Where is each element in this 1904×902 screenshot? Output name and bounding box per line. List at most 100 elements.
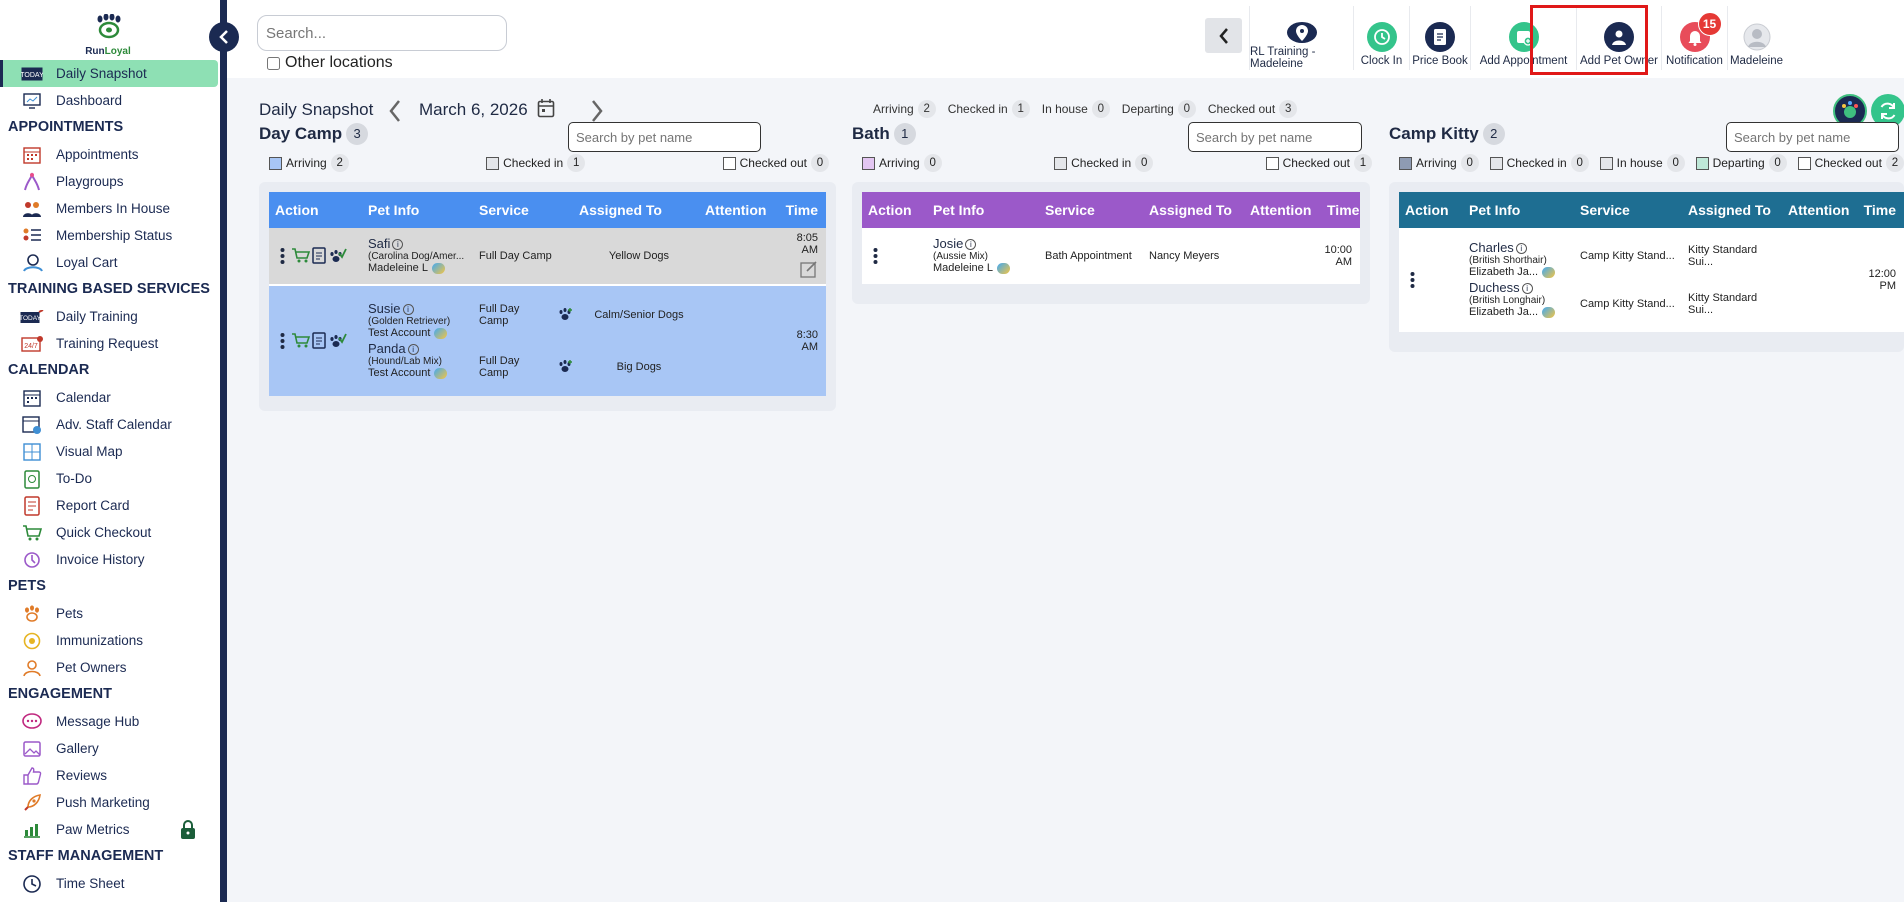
chat-bubble-icon[interactable] xyxy=(996,262,1010,274)
sidebar-item-training-request[interactable]: 24/7 Training Request xyxy=(0,330,220,357)
info-icon[interactable]: i xyxy=(407,344,419,356)
campkitty-legend-departing[interactable]: Departing 0 xyxy=(1695,154,1787,172)
daycamp-col-action[interactable]: Action xyxy=(269,202,362,218)
daycamp-legend-checked-out[interactable]: Checked out 0 xyxy=(722,154,829,172)
sidebar-item-paw-metrics[interactable]: Paw Metrics xyxy=(0,816,220,843)
chat-bubble-icon[interactable] xyxy=(434,327,448,339)
sidebar-item-visual-map[interactable]: Visual Map xyxy=(0,438,220,465)
owner-name[interactable]: Test Account xyxy=(368,367,473,379)
daycamp-pet-block[interactable]: Susie i (Golden Retriever) Test Account xyxy=(368,301,473,339)
campkitty-col-pet-info[interactable]: Pet Info xyxy=(1463,202,1574,218)
campkitty-pet-block[interactable]: Duchess i (British Longhair) Elizabeth Ja..… xyxy=(1469,280,1574,318)
sidebar-item-reviews[interactable]: Reviews xyxy=(0,762,220,789)
chat-bubble-icon[interactable] xyxy=(431,262,445,274)
campkitty-col-service[interactable]: Service xyxy=(1574,202,1682,218)
chat-bubble-icon[interactable] xyxy=(1542,266,1556,278)
pet-name[interactable]: Josie i xyxy=(933,236,1039,251)
owner-name[interactable]: Elizabeth Ja... xyxy=(1469,266,1574,278)
sidebar-item-message-hub[interactable]: Message Hub xyxy=(0,708,220,735)
campkitty-search-input[interactable] xyxy=(1726,122,1899,152)
daycamp-col-service[interactable]: Service xyxy=(473,202,573,218)
chat-bubble-icon[interactable] xyxy=(434,367,448,379)
campkitty-col-assigned-to[interactable]: Assigned To xyxy=(1682,202,1782,218)
sidebar-item-push-marketing[interactable]: Push Marketing xyxy=(0,789,220,816)
info-icon[interactable]: i xyxy=(1521,283,1533,295)
more-options-icon[interactable] xyxy=(1407,271,1417,289)
topbar-add-appointment-button[interactable]: Add Appointment xyxy=(1470,6,1576,70)
daycamp-legend-arriving[interactable]: Arriving 2 xyxy=(269,154,349,172)
bath-col-pet-info[interactable]: Pet Info xyxy=(927,202,1039,218)
sidebar-item-loyal-cart[interactable]: Loyal Cart xyxy=(0,249,220,276)
sidebar-item-quick-checkout[interactable]: Quick Checkout xyxy=(0,519,220,546)
bath-table-row[interactable]: Josie i (Aussie Mix) Madeleine L Bath Appoin… xyxy=(862,228,1360,284)
daycamp-legend-checked-in[interactable]: Checked in 1 xyxy=(486,154,586,172)
owner-name[interactable]: Madeleine L xyxy=(368,262,473,274)
collapse-sidebar-button[interactable] xyxy=(209,22,239,52)
sidebar-item-daily-snapshot[interactable]: TODAY Daily Snapshot xyxy=(0,60,218,87)
daycamp-search-input[interactable] xyxy=(568,122,761,152)
daycamp-table-row[interactable]: Susie i (Golden Retriever) Test Account Pand… xyxy=(269,284,826,396)
sidebar-item-calendar[interactable]: Calendar xyxy=(0,384,220,411)
bath-legend-checked-in[interactable]: Checked in 0 xyxy=(1054,154,1154,172)
daycamp-pet-block[interactable]: Safi i (Carolina Dog/Amer... Madeleine L xyxy=(368,236,473,274)
other-locations-checkbox[interactable] xyxy=(267,56,280,70)
daycamp-col-assigned-to[interactable]: Assigned To xyxy=(573,202,699,218)
campkitty-legend-in-house[interactable]: In house 0 xyxy=(1599,154,1685,172)
pet-name[interactable]: Panda i xyxy=(368,341,473,356)
pet-name[interactable]: Susie i xyxy=(368,301,473,316)
daycamp-col-attention[interactable]: Attention xyxy=(699,202,779,218)
sidebar-item-adv-staff-calendar[interactable]: Adv. Staff Calendar xyxy=(0,411,220,438)
campkitty-pet-block[interactable]: Charles i (British Shorthair) Elizabeth Ja.… xyxy=(1469,240,1574,278)
back-button[interactable] xyxy=(1205,18,1242,53)
pet-name[interactable]: Safi i xyxy=(368,236,473,251)
daycamp-col-pet-info[interactable]: Pet Info xyxy=(362,202,473,218)
date-picker-button[interactable] xyxy=(537,98,555,123)
bath-col-attention[interactable]: Attention xyxy=(1244,202,1321,218)
sidebar-item-gallery[interactable]: Gallery xyxy=(0,735,220,762)
more-options-icon[interactable] xyxy=(870,247,880,265)
bath-col-service[interactable]: Service xyxy=(1039,202,1143,218)
owner-name[interactable]: Madeleine L xyxy=(933,262,1039,274)
global-search-input[interactable] xyxy=(257,15,507,51)
more-options-icon[interactable] xyxy=(277,332,287,350)
sidebar-item-to-do[interactable]: To-Do xyxy=(0,465,220,492)
campkitty-col-attention[interactable]: Attention xyxy=(1782,202,1857,218)
topbar-notification-button[interactable]: 15 Notification xyxy=(1661,6,1727,70)
sidebar-item-pets[interactable]: Pets xyxy=(0,600,220,627)
campkitty-legend-checked-out[interactable]: Checked out 2 xyxy=(1797,154,1904,172)
pet-name[interactable]: Duchess i xyxy=(1469,280,1574,295)
bath-pet-block[interactable]: Josie i (Aussie Mix) Madeleine L xyxy=(933,236,1039,274)
daycamp-col-time[interactable]: Time xyxy=(779,202,826,218)
daycamp-pet-block[interactable]: Panda i (Hound/Lab Mix) Test Account xyxy=(368,341,473,379)
bath-col-assigned-to[interactable]: Assigned To xyxy=(1143,202,1244,218)
sidebar-item-pet-owners[interactable]: Pet Owners xyxy=(0,654,220,681)
sidebar-item-appointments[interactable]: Appointments xyxy=(0,141,220,168)
bath-col-time[interactable]: Time xyxy=(1321,202,1360,218)
sidebar-item-playgroups[interactable]: Playgroups xyxy=(0,168,220,195)
topbar-rl-training-madeleine-button[interactable]: RL Training - Madeleine xyxy=(1249,6,1353,70)
edit-note-icon[interactable] xyxy=(779,260,818,281)
sidebar-item-members-in-house[interactable]: Members In House xyxy=(0,195,220,222)
sidebar-item-time-sheet[interactable]: Time Sheet xyxy=(0,870,220,897)
bath-col-action[interactable]: Action xyxy=(862,202,927,218)
brand-logo[interactable]: RunLoyal xyxy=(80,13,136,57)
owner-name[interactable]: Elizabeth Ja... xyxy=(1469,306,1574,318)
row-action-icons[interactable] xyxy=(291,244,347,269)
sidebar-item-dashboard[interactable]: Dashboard xyxy=(0,87,220,114)
campkitty-col-action[interactable]: Action xyxy=(1399,202,1463,218)
chat-bubble-icon[interactable] xyxy=(1542,306,1556,318)
topbar-madeleine-button[interactable]: Madeleine xyxy=(1727,6,1785,70)
more-options-icon[interactable] xyxy=(277,247,287,265)
topbar-clock-in-button[interactable]: Clock In xyxy=(1353,6,1409,70)
sidebar-item-report-card[interactable]: Report Card xyxy=(0,492,220,519)
campkitty-legend-arriving[interactable]: Arriving 0 xyxy=(1399,154,1479,172)
topbar-add-pet-owner-button[interactable]: Add Pet Owner xyxy=(1576,6,1661,70)
campkitty-legend-checked-in[interactable]: Checked in 0 xyxy=(1489,154,1589,172)
sidebar-item-invoice-history[interactable]: Invoice History xyxy=(0,546,220,573)
bath-legend-arriving[interactable]: Arriving 0 xyxy=(862,154,942,172)
owner-name[interactable]: Test Account xyxy=(368,327,473,339)
other-locations-toggle[interactable]: Other locations xyxy=(267,54,393,72)
row-action-icons[interactable] xyxy=(291,329,347,354)
topbar-price-book-button[interactable]: Price Book xyxy=(1409,6,1470,70)
daycamp-table-row[interactable]: Safi i (Carolina Dog/Amer... Madeleine L Ful… xyxy=(269,228,826,284)
